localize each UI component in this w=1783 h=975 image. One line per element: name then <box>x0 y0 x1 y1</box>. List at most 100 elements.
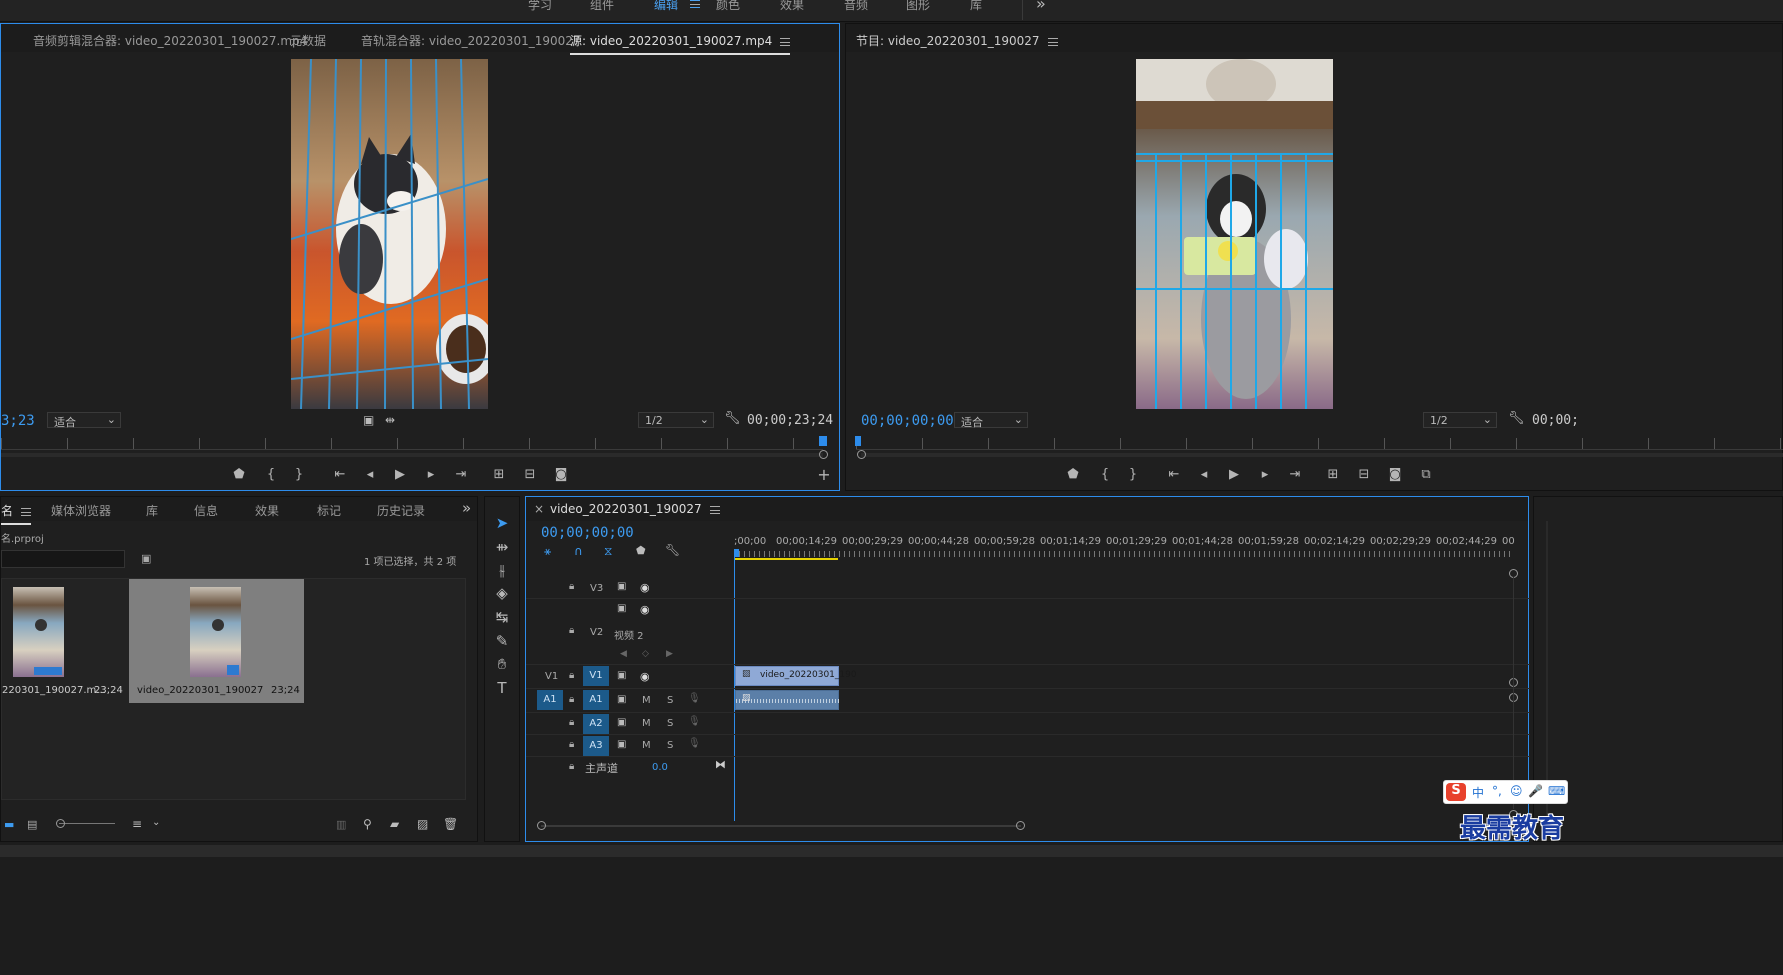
sync-lock-icon[interactable]: ▣ <box>617 694 626 705</box>
solo-button[interactable]: S <box>667 695 673 706</box>
lock-icon[interactable]: 🔒︎ <box>569 625 574 636</box>
ime-emoji-icon[interactable]: ☺ <box>1510 784 1523 798</box>
tab-libraries[interactable]: 库 <box>146 502 158 519</box>
microphone-icon[interactable]: 🎙︎ <box>688 738 701 749</box>
pen-tool-icon[interactable]: ✎ <box>492 632 512 652</box>
workspace-menu-icon[interactable] <box>690 0 700 8</box>
more-tabs-button[interactable]: » <box>462 499 471 517</box>
add-keyframe-icon[interactable]: ◇ <box>642 649 649 659</box>
solo-button[interactable]: S <box>667 740 673 751</box>
add-marker-icon[interactable]: ⬟ <box>636 544 646 557</box>
automate-to-sequence-icon[interactable]: ▥ <box>336 818 346 831</box>
program-fit-dropdown[interactable]: 适合 ⌄ <box>954 412 1028 429</box>
new-item-icon[interactable]: ▨ <box>417 817 428 831</box>
panel-menu-icon[interactable] <box>1047 37 1058 46</box>
tab-audio-clip-mixer[interactable]: 音频剪辑混合器: video_20220301_190027.mp4 <box>33 32 307 49</box>
go-to-in-button[interactable]: ⇤ <box>329 467 351 482</box>
mute-button[interactable]: M <box>642 718 651 729</box>
vertical-scrollbar[interactable] <box>1513 577 1514 809</box>
add-button[interactable]: + <box>813 465 835 484</box>
lock-icon[interactable]: 🔒︎ <box>569 717 574 728</box>
drag-audio-only-icon[interactable]: ⇹ <box>385 413 395 427</box>
horizontal-scroll-handle[interactable] <box>537 821 546 830</box>
source-patch-label[interactable]: V1 <box>545 671 558 682</box>
workspace-color[interactable]: 颜色 <box>716 0 740 13</box>
next-keyframe-icon[interactable]: ▶ <box>666 649 673 659</box>
source-playhead-timecode[interactable]: 3;23 <box>1 413 35 429</box>
find-icon[interactable]: ⚲ <box>363 817 372 831</box>
track-target-a1[interactable]: A1 <box>583 690 609 710</box>
microphone-icon[interactable]: 🎙︎ <box>688 693 701 704</box>
nest-icon[interactable]: ⚹ <box>544 544 551 559</box>
audio-clip[interactable]: ▨ <box>735 690 840 710</box>
zoom-handle[interactable] <box>819 450 828 459</box>
trash-icon[interactable]: 🗑︎ <box>443 817 458 831</box>
master-volume-value[interactable]: 0.0 <box>652 762 668 773</box>
workspace-libraries[interactable]: 库 <box>970 0 982 13</box>
ime-punctuation[interactable]: °, <box>1492 784 1502 798</box>
workspace-audio[interactable]: 音频 <box>844 0 868 13</box>
step-forward-button[interactable]: ▸ <box>1254 467 1276 482</box>
export-frame-button[interactable]: ◙ <box>1384 467 1406 482</box>
master-options-icon[interactable]: ⧓ <box>715 758 726 771</box>
program-time-ruler[interactable] <box>856 438 1783 450</box>
panel-menu-icon[interactable] <box>21 507 32 516</box>
snap-icon[interactable]: ∩ <box>574 544 583 558</box>
step-back-button[interactable]: ◂ <box>359 467 381 482</box>
timeline-playhead-timecode[interactable]: 00;00;00;00 <box>541 525 634 541</box>
workspace-assembly[interactable]: 组件 <box>590 0 614 13</box>
mark-out-button[interactable]: } <box>1122 467 1144 482</box>
tab-metadata[interactable]: 元数据 <box>290 32 326 49</box>
tab-audio-track-mixer[interactable]: 音轨混合器: video_20220301_190027 <box>361 32 581 49</box>
sync-lock-icon[interactable]: ▣ <box>617 603 626 614</box>
timeline-ruler[interactable]: ;00;00 00;00;14;29 00;00;29;29 00;00;44;… <box>734 533 1524 563</box>
track-target-a2[interactable]: A2 <box>583 714 609 734</box>
mark-out-button[interactable]: } <box>288 467 310 482</box>
work-area-bar[interactable] <box>734 558 838 560</box>
tab-media-browser[interactable]: 媒体浏览器 <box>51 502 111 519</box>
insert-button[interactable]: ⊞ <box>488 467 510 482</box>
razor-tool-icon[interactable]: ◈ <box>492 584 512 604</box>
add-marker-button[interactable]: ⬟ <box>1062 467 1084 482</box>
chevron-down-icon[interactable]: ⌄ <box>152 817 160 828</box>
play-button[interactable]: ▶ <box>389 467 411 482</box>
tab-project[interactable]: 名 <box>1 502 32 525</box>
panel-menu-icon[interactable] <box>780 37 791 46</box>
program-playhead[interactable] <box>855 436 861 446</box>
lock-icon[interactable]: 🔒︎ <box>569 739 574 750</box>
project-item-selected[interactable]: video_20220301_190027 23;24 <box>129 579 304 703</box>
solo-button[interactable]: S <box>667 718 673 729</box>
search-input[interactable] <box>1 550 125 568</box>
tab-source[interactable]: 源: video_20220301_190027.mp4 <box>570 32 791 55</box>
mark-in-button[interactable]: { <box>260 467 282 482</box>
type-tool-icon[interactable]: T <box>492 679 512 699</box>
close-icon[interactable]: × <box>534 502 544 516</box>
program-zoom-bar[interactable] <box>861 453 1783 457</box>
video-clip[interactable]: ▨ video_20220301_190 <box>735 666 857 686</box>
track-target-v1[interactable]: V1 <box>583 666 609 686</box>
ime-logo[interactable]: S <box>1446 783 1466 801</box>
hand-tool-icon[interactable]: ✋︎ <box>492 655 512 675</box>
mark-in-button[interactable]: { <box>1094 467 1116 482</box>
selection-tool-icon[interactable]: ➤ <box>492 514 512 534</box>
new-search-bin-icon[interactable]: ▣ <box>141 552 151 565</box>
comparison-view-button[interactable]: ⧉ <box>1415 467 1437 482</box>
extract-button[interactable]: ⊟ <box>1353 467 1375 482</box>
export-frame-button[interactable]: ◙ <box>550 467 572 482</box>
source-resolution-dropdown[interactable]: 1/2 ⌄ <box>638 412 714 428</box>
sync-lock-icon[interactable]: ▣ <box>617 717 626 728</box>
panel-menu-icon[interactable] <box>709 505 720 514</box>
step-forward-button[interactable]: ▸ <box>420 467 442 482</box>
play-button[interactable]: ▶ <box>1223 467 1245 482</box>
workspace-effects[interactable]: 效果 <box>780 0 804 13</box>
program-playhead-timecode[interactable]: 00;00;00;00 <box>861 413 954 429</box>
ime-keyboard-icon[interactable]: ⌨ <box>1548 784 1565 798</box>
tab-effects[interactable]: 效果 <box>255 502 279 519</box>
go-to-out-button[interactable]: ⇥ <box>1284 467 1306 482</box>
step-back-button[interactable]: ◂ <box>1193 467 1215 482</box>
mute-button[interactable]: M <box>642 740 651 751</box>
workspace-editing[interactable]: 编辑 <box>654 0 678 13</box>
sync-lock-icon[interactable]: ▣ <box>617 739 626 750</box>
microphone-icon[interactable]: 🎙︎ <box>688 716 701 727</box>
source-playhead[interactable] <box>819 436 827 446</box>
